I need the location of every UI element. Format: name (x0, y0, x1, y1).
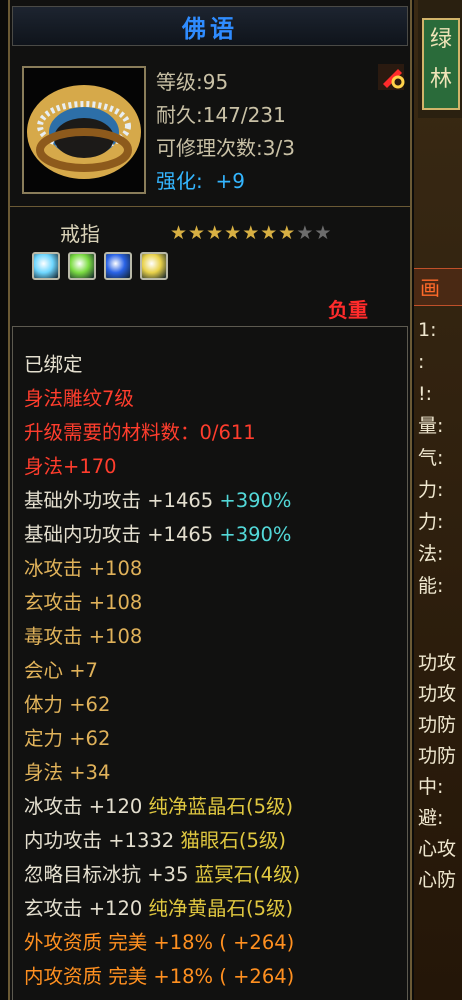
attribute-line: 身法 +34 (24, 756, 300, 790)
attribute-line: 体力 +62 (24, 688, 300, 722)
side-label: 力: (418, 479, 444, 501)
attribute-text: 纯净黄晶石(5级) (148, 897, 294, 920)
side-label: 1: (418, 319, 437, 341)
attribute-line: 玄攻击 +108 (24, 586, 300, 620)
attribute-text: 蓝冥石(4级) (194, 863, 301, 886)
side-label: !: (418, 383, 433, 405)
blue-gem-icon[interactable] (104, 252, 132, 280)
attribute-line: 定力 +62 (24, 722, 300, 756)
attribute-text: 内功攻击 +1332 (24, 829, 181, 852)
attribute-line: 已绑定 (24, 348, 300, 382)
attribute-line: 升级需要的材料数：0/611 (24, 416, 300, 450)
attribute-line: 冰攻击 +120 纯净蓝晶石(5级) (24, 790, 300, 824)
star-icon: ★ (242, 222, 261, 244)
star-icon: ★ (260, 222, 279, 244)
divider (8, 206, 410, 207)
gem-slots (32, 252, 168, 280)
attribute-text: 身法+170 (24, 455, 117, 478)
side-label-list: 1::!: 量: 气: 力: 力: 法: 能: (414, 314, 462, 602)
level-text: 等级:95 (156, 70, 229, 94)
star-icon: ★ (206, 222, 225, 244)
star-rating: ★★★★★★★★★ (170, 222, 332, 244)
side-label: 中: (418, 776, 444, 798)
attribute-line: 冰攻击 +108 (24, 552, 300, 586)
side-label: : (418, 351, 425, 373)
star-icon: ★ (188, 222, 207, 244)
durability-text: 耐久:147/231 (156, 103, 286, 127)
attribute-text: 定力 +62 (24, 727, 111, 750)
enhance-row: 强化: +9 (156, 165, 295, 198)
attribute-text: 纯净蓝晶石(5级) (148, 795, 294, 818)
attribute-line: 身法+170 (24, 450, 300, 484)
enhance-value: +9 (215, 169, 245, 193)
side-label: 避: (418, 807, 444, 829)
attribute-line: 外攻资质 完美 +18% ( +264) (24, 926, 300, 960)
attribute-list: 已绑定身法雕纹7级升级需要的材料数：0/611 身法+170 基础外功攻击 +146… (24, 348, 300, 994)
repair-hammer-icon[interactable] (374, 60, 408, 94)
attribute-text: 冰攻击 +108 (24, 557, 143, 580)
item-title: 佛语 (182, 14, 238, 43)
attribute-text: 猫眼石(5级) (180, 829, 286, 852)
attribute-line: 忽略目标冰抗 +35 蓝冥石(4级) (24, 858, 300, 892)
attribute-text: 毒攻击 +108 (24, 625, 143, 648)
side-banner: 画 (414, 268, 462, 306)
title-bar: 佛语 (12, 6, 408, 46)
ring-icon (24, 68, 144, 192)
attribute-line: 内攻资质 完美 +18% ( +264) (24, 960, 300, 994)
repair-count-text: 可修理次数:3/3 (156, 136, 295, 160)
attribute-text: 外攻资质 完美 +18% ( +264) (24, 931, 295, 954)
side-label: 心防 (418, 869, 457, 891)
attribute-text: 体力 +62 (24, 693, 111, 716)
side-label: 气: (418, 447, 444, 469)
attribute-text: 内攻资质 完美 +18% ( +264) (24, 965, 295, 988)
attribute-text: 忽略目标冰抗 +35 (24, 863, 195, 886)
attribute-text: 升级需要的材料数：0/611 (24, 421, 256, 444)
attribute-line: 内功攻击 +1332 猫眼石(5级) (24, 824, 300, 858)
attribute-text: 基础内功攻击 +1465 (24, 523, 220, 546)
attribute-text: 已绑定 (24, 353, 83, 376)
attribute-text: 基础外功攻击 +1465 (24, 489, 220, 512)
side-label-list-2: 功攻 功攻 功防 功防 中: 避: 心攻 心防 (418, 648, 462, 896)
weight-status: 负重 (328, 298, 368, 322)
item-stats: 等级:95 耐久:147/231 可修理次数:3/3 强化: +9 (156, 66, 295, 198)
attribute-text: 身法 +34 (24, 761, 111, 784)
attribute-text: +390% (219, 523, 292, 546)
attribute-text: +390% (219, 489, 292, 512)
side-label: 功攻 (418, 683, 457, 705)
attribute-text: 会心 +7 (24, 659, 98, 682)
star-icon: ★ (170, 222, 189, 244)
star-icon: ★ (278, 222, 297, 244)
side-label: 能: (418, 575, 444, 597)
attribute-line: 会心 +7 (24, 654, 300, 688)
attribute-line: 玄攻击 +120 纯净黄晶石(5级) (24, 892, 300, 926)
yellow-gem-icon[interactable] (140, 252, 168, 280)
side-label: 心攻 (418, 838, 457, 860)
enhance-label: 强化: (156, 169, 203, 193)
side-label: 功攻 (418, 652, 457, 674)
side-label: 功防 (418, 745, 457, 767)
attribute-text: 玄攻击 +108 (24, 591, 143, 614)
attribute-text: 身法雕纹7级 (24, 387, 134, 410)
attribute-text: 冰攻击 +120 (24, 795, 149, 818)
side-label: 法: (418, 543, 444, 565)
star-icon: ★ (296, 222, 315, 244)
item-type: 戒指 (60, 222, 100, 246)
attribute-text: 玄攻击 +120 (24, 897, 149, 920)
attribute-line: 基础内功攻击 +1465 +390% (24, 518, 300, 552)
side-label: 量: (418, 415, 444, 437)
ice-gem-icon[interactable] (32, 252, 60, 280)
side-label: 功防 (418, 714, 457, 736)
attribute-line: 基础外功攻击 +1465 +390% (24, 484, 300, 518)
star-icon: ★ (314, 222, 333, 244)
attribute-line: 身法雕纹7级 (24, 382, 300, 416)
green-gem-icon[interactable] (68, 252, 96, 280)
attribute-line: 毒攻击 +108 (24, 620, 300, 654)
item-icon (22, 66, 146, 194)
side-label: 力: (418, 511, 444, 533)
guild-sign: 绿林 (422, 18, 460, 110)
star-icon: ★ (224, 222, 243, 244)
